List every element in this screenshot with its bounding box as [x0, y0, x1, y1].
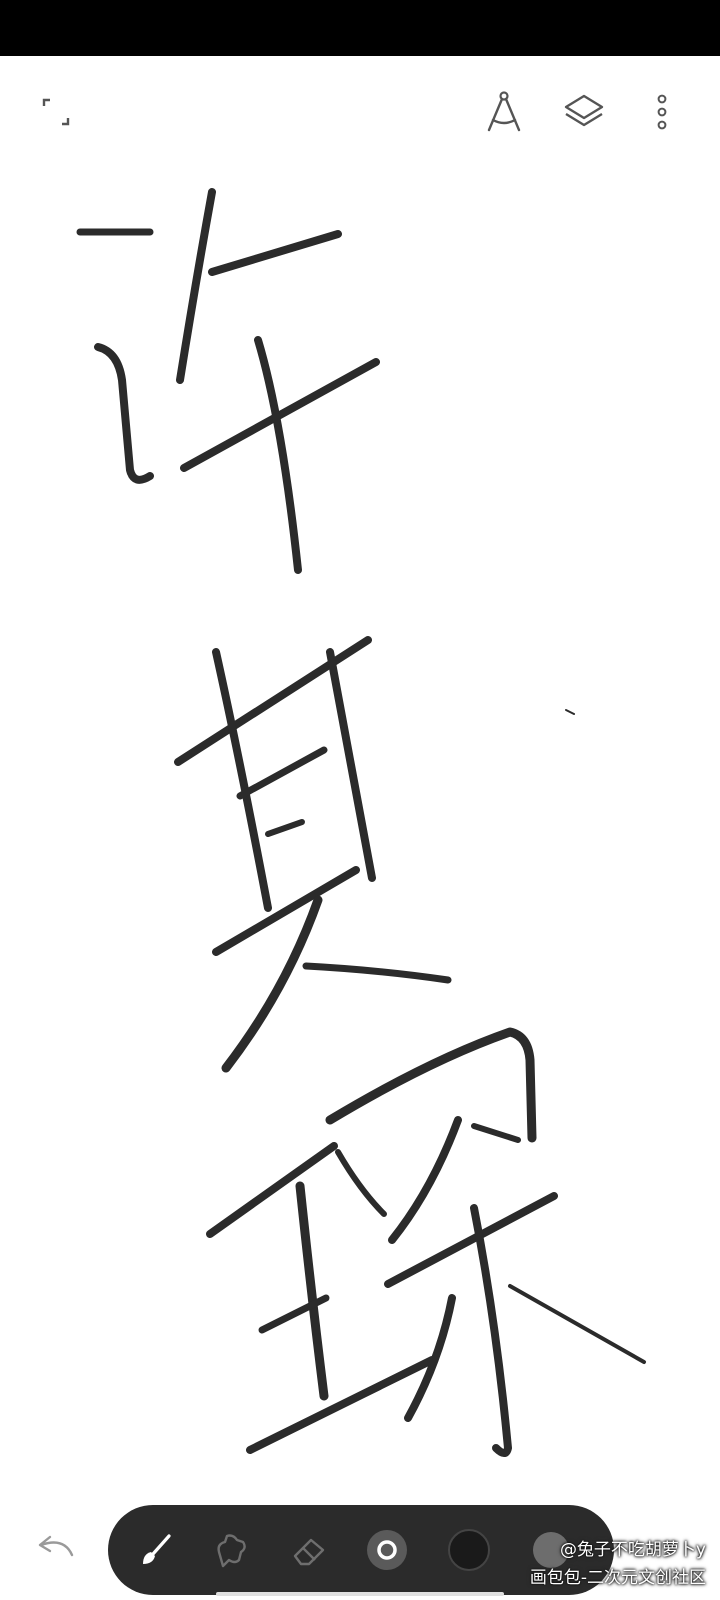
smudge-icon[interactable]: [204, 1523, 258, 1577]
color-swatch[interactable]: [442, 1523, 496, 1577]
eraser-icon[interactable]: [282, 1523, 336, 1577]
drawing-canvas[interactable]: [0, 166, 720, 1480]
handwritten-strokes: [76, 188, 646, 1457]
watermark-author: @兔子不吃胡萝卜y: [559, 1540, 706, 1560]
brush-size-icon[interactable]: [360, 1523, 414, 1577]
brush-icon[interactable]: [128, 1523, 182, 1577]
home-indicator: [216, 1592, 504, 1596]
undo-icon[interactable]: [30, 1520, 82, 1572]
watermark-site: 画包包-二次元文创社区: [529, 1568, 706, 1588]
